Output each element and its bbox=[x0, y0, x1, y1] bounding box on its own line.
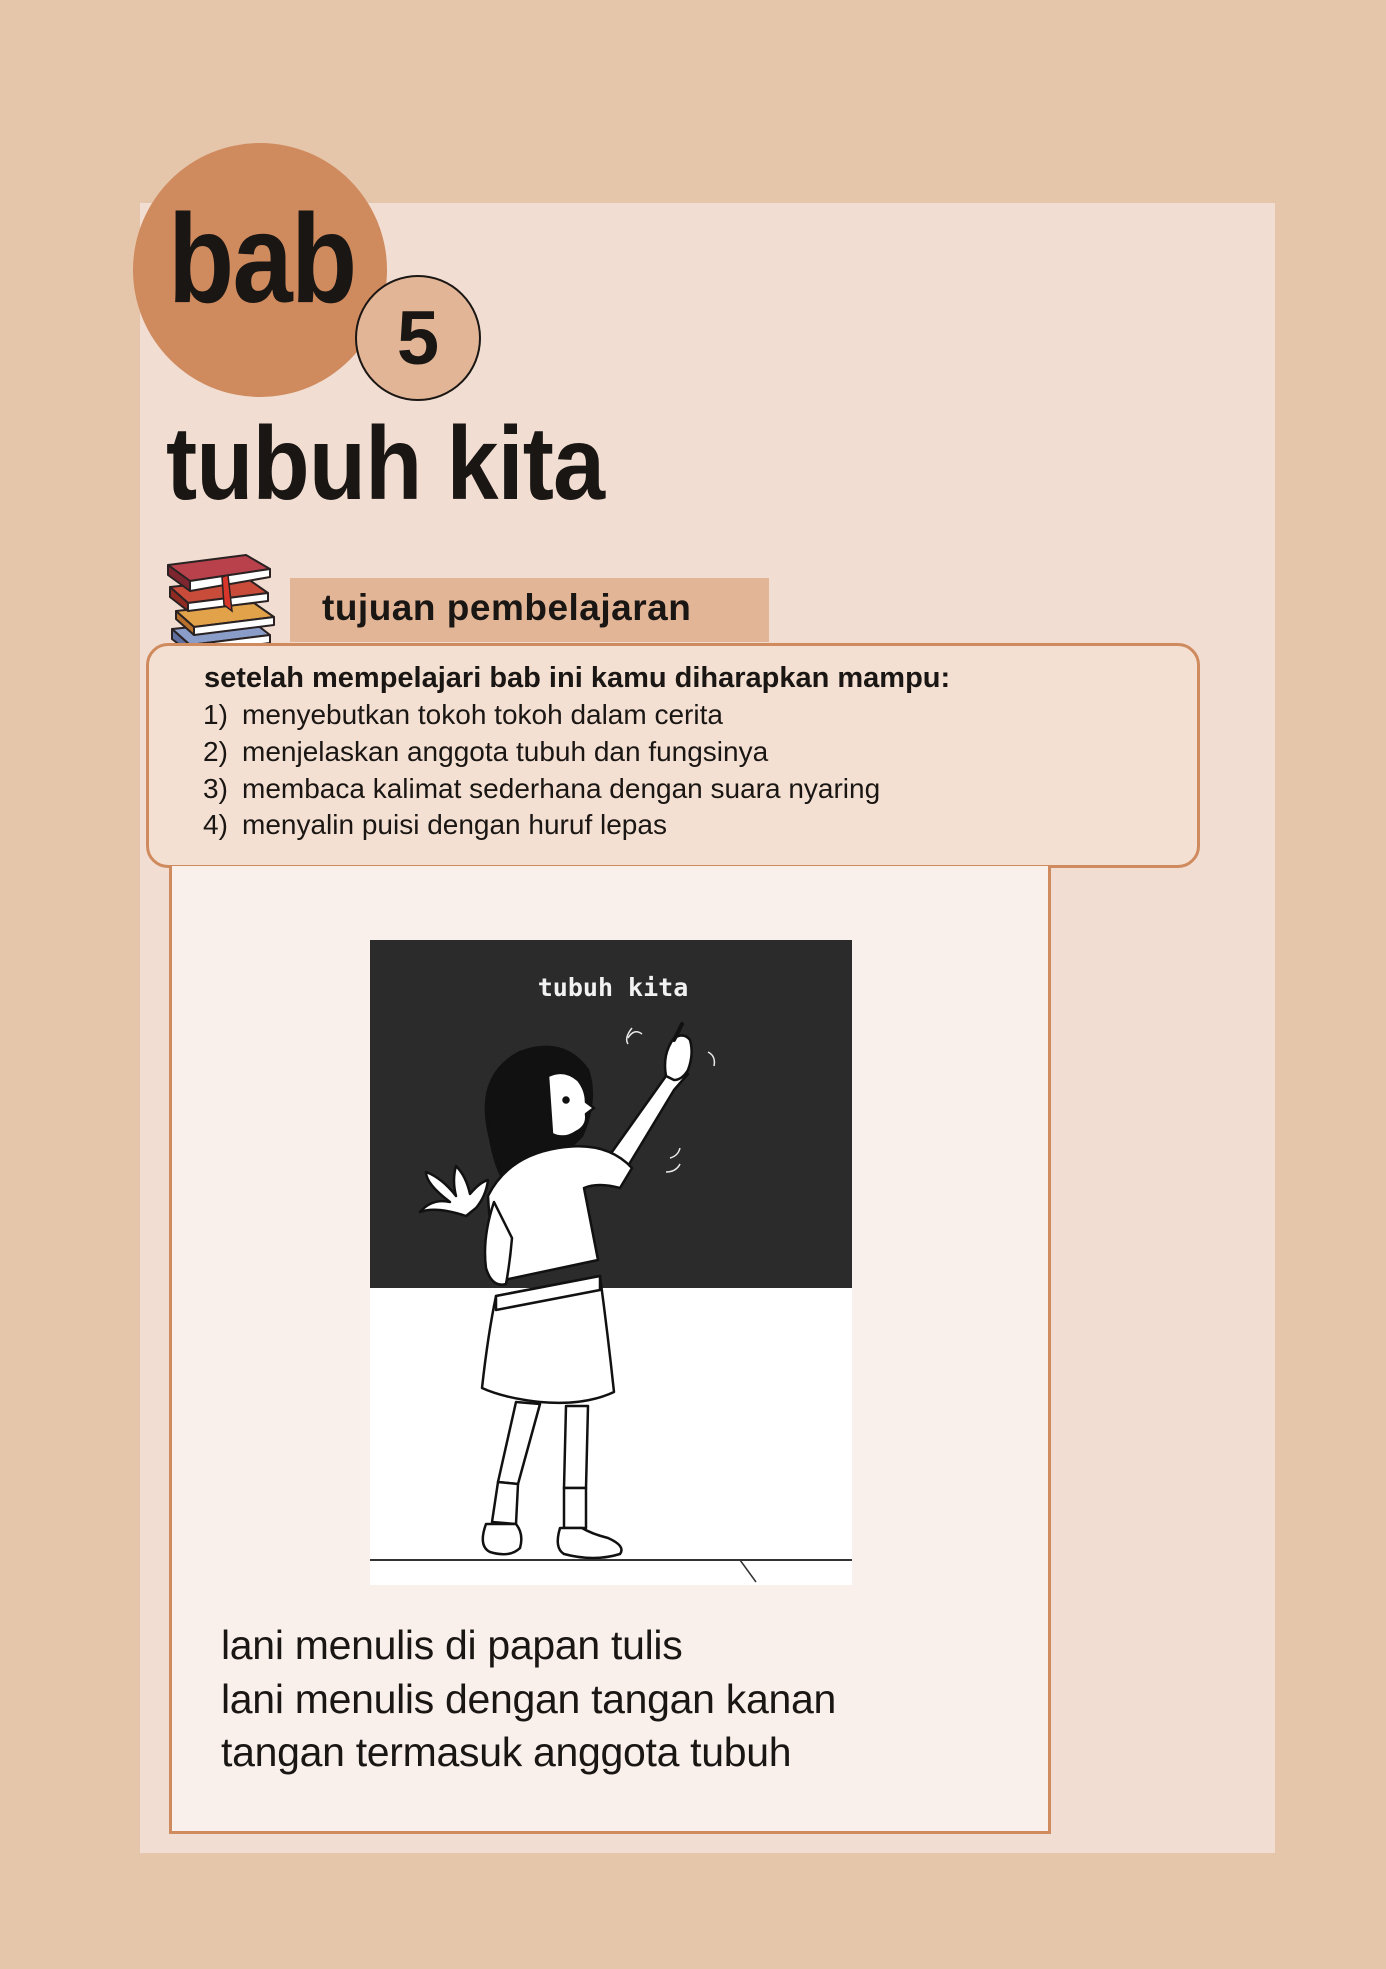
objective-number: 4) bbox=[203, 809, 228, 841]
story-line: lani menulis di papan tulis bbox=[221, 1622, 683, 1668]
chapter-label: bab bbox=[168, 188, 357, 329]
objective-item: 4) menyalin puisi dengan huruf lepas bbox=[203, 807, 880, 844]
blackboard-text: tubuh kita bbox=[538, 973, 689, 1002]
objectives-header: tujuan pembelajaran bbox=[322, 587, 692, 628]
objective-number: 2) bbox=[203, 735, 228, 767]
objective-item: 1) menyebutkan tokoh tokoh dalam cerita bbox=[203, 697, 880, 734]
objectives-intro: setelah mempelajari bab ini kamu diharap… bbox=[204, 662, 951, 694]
objective-item: 2) menjelaskan anggota tubuh dan fungsiny… bbox=[203, 734, 880, 771]
objective-text: menjelaskan anggota tubuh dan fungsinya bbox=[242, 735, 769, 767]
chapter-title: tubuh kita bbox=[166, 406, 605, 522]
books-icon bbox=[167, 554, 275, 654]
objective-number: 3) bbox=[203, 772, 228, 804]
chapter-number: 5 bbox=[355, 275, 481, 401]
objective-number: 1) bbox=[203, 699, 228, 730]
story-line: lani menulis dengan tangan kanan bbox=[221, 1675, 836, 1722]
objective-item: 3) membaca kalimat sederhana dengan suara… bbox=[203, 771, 880, 808]
girl-writing-on-blackboard-illustration: tubuh kita bbox=[370, 940, 852, 1585]
objective-text: menyebutkan tokoh tokoh dalam cerita bbox=[242, 699, 723, 730]
objective-text: menyalin puisi dengan huruf lepas bbox=[242, 809, 667, 841]
story-text: lani menulis di papan tulis lani menulis… bbox=[221, 1619, 836, 1780]
objectives-list: 1) menyebutkan tokoh tokoh dalam cerita 2… bbox=[203, 697, 880, 844]
objective-text: membaca kalimat sederhana dengan suara n… bbox=[242, 772, 881, 804]
story-line: tangan termasuk anggota tubuh bbox=[221, 1729, 792, 1775]
